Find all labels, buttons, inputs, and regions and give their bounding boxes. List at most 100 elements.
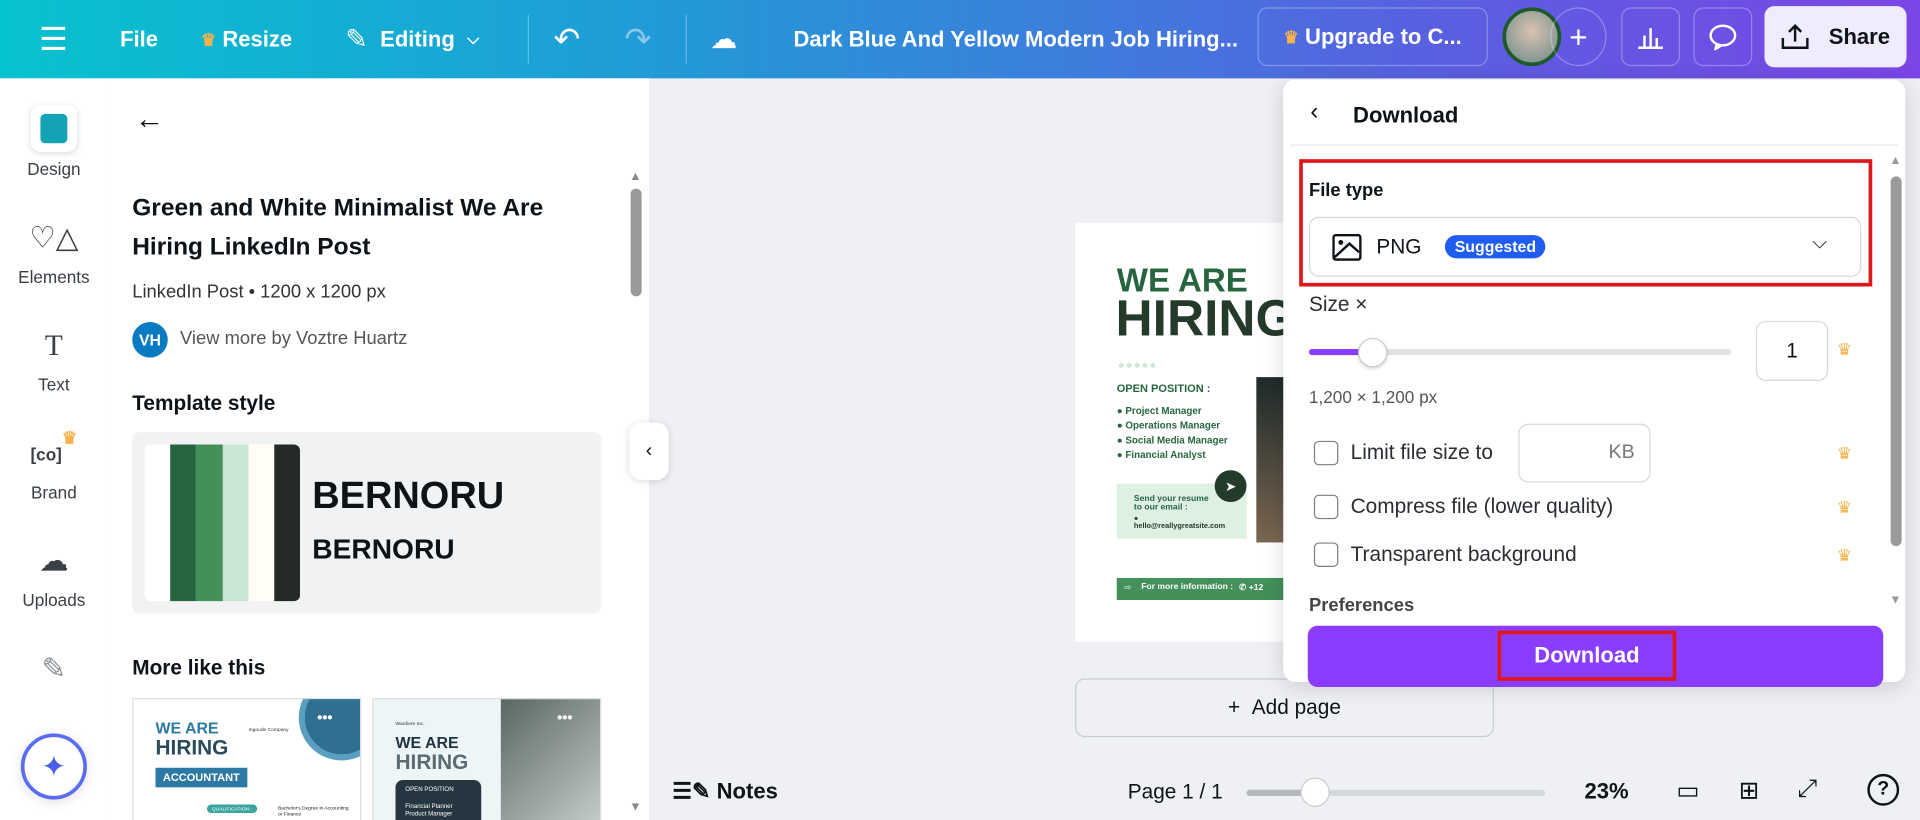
- palette-swatch: [222, 444, 249, 602]
- compress-checkbox[interactable]: [1313, 494, 1339, 520]
- crown-icon: ♛: [200, 28, 217, 49]
- suggested-badge: Suggested: [1444, 235, 1546, 259]
- comment-icon[interactable]: [1693, 7, 1753, 67]
- notes-button[interactable]: ☰✎ Notes: [672, 779, 778, 805]
- upgrade-button[interactable]: ♛ Upgrade to C...: [1257, 7, 1488, 67]
- add-collaborator-button[interactable]: +: [1550, 7, 1607, 67]
- divider: [527, 14, 529, 64]
- arrow-icon: ⇨: [1124, 584, 1132, 593]
- thumb-text: Ingoude Company: [248, 726, 289, 733]
- scroll-down-arrow[interactable]: ▼: [1889, 594, 1901, 607]
- palette-swatch: [248, 444, 275, 602]
- position-label: Financial Analyst: [1125, 449, 1206, 461]
- thumb-image: [500, 699, 601, 820]
- poster-dots: ●●●●●: [1117, 358, 1158, 372]
- file-menu[interactable]: File: [120, 0, 158, 78]
- add-page-button[interactable]: + Add page: [1075, 678, 1494, 738]
- palette-swatch: [274, 444, 301, 602]
- rail-item-elements[interactable]: ♡△ Elements: [0, 218, 108, 287]
- slider-handle[interactable]: [1300, 777, 1330, 807]
- thumb-text: HIRING: [395, 750, 469, 774]
- crown-icon: ♛: [1283, 26, 1299, 46]
- redo-icon[interactable]: ↷: [624, 0, 651, 78]
- rail-item-brand[interactable]: [co]♛ Brand: [0, 427, 108, 502]
- slider-handle[interactable]: [1357, 337, 1388, 368]
- thumb-text: ACCOUNTANT: [155, 767, 248, 788]
- template-title: Green and White Minimalist We Are Hiring…: [132, 194, 544, 261]
- analytics-icon[interactable]: [1621, 7, 1681, 67]
- rail-item-design[interactable]: Design: [0, 105, 108, 179]
- thumb-text: WE ARE: [395, 733, 459, 752]
- author-link[interactable]: View more by Voztre Huartz: [180, 328, 407, 349]
- back-chevron-icon[interactable]: ‹: [1310, 98, 1318, 126]
- cloud-saved-icon[interactable]: ☁: [710, 0, 737, 78]
- scrollbar-thumb[interactable]: [630, 188, 642, 297]
- position-item: ● Social Media Manager: [1116, 434, 1228, 446]
- page-view-icon[interactable]: ▭: [1676, 775, 1699, 806]
- template-style-heading: Template style: [132, 391, 276, 416]
- rail-item-uploads[interactable]: ☁ Uploads: [0, 541, 108, 610]
- upgrade-label: Upgrade to C...: [1305, 23, 1462, 49]
- position-item: ● Project Manager: [1116, 405, 1202, 417]
- download-button-label[interactable]: Download: [1497, 630, 1677, 681]
- thumb-image: [298, 699, 361, 761]
- help-icon[interactable]: ?: [1867, 773, 1900, 806]
- poster-phone: ✆ +12: [1239, 584, 1264, 593]
- scroll-up-arrow[interactable]: ▲: [1889, 154, 1901, 167]
- page-indicator[interactable]: Page 1 / 1: [1128, 780, 1223, 804]
- template-thumbnail[interactable]: Wardiere Inc. WE ARE HIRING OPEN POSITIO…: [372, 697, 602, 820]
- editing-mode-dropdown[interactable]: ✎ Editing ⌵: [345, 0, 479, 78]
- resize-button[interactable]: ♛ Resize: [201, 0, 292, 78]
- preferences-heading: Preferences: [1308, 595, 1415, 614]
- magic-sparkle-button[interactable]: ✦: [20, 733, 87, 800]
- document-title[interactable]: Dark Blue And Yellow Modern Job Hiring..…: [793, 0, 1238, 78]
- limit-size-label: Limit file size to: [1350, 440, 1493, 465]
- rail-item-draw[interactable]: ✎: [0, 649, 108, 698]
- collapse-panel-button[interactable]: ‹: [629, 422, 669, 481]
- transparent-bg-checkbox[interactable]: [1313, 542, 1339, 567]
- zoom-slider[interactable]: [1246, 777, 1546, 807]
- poster-phone-number: +12: [1248, 584, 1264, 593]
- crown-icon: ♛: [1836, 443, 1853, 463]
- undo-icon[interactable]: ↶: [553, 0, 580, 78]
- scroll-down-arrow[interactable]: ▼: [629, 801, 641, 814]
- brand-icon: [co]♛: [30, 427, 78, 465]
- zoom-level[interactable]: 23%: [1584, 779, 1628, 805]
- fullscreen-icon[interactable]: ⤢: [1798, 775, 1818, 803]
- send-icon: ➤: [1214, 470, 1247, 503]
- divider: [685, 14, 687, 64]
- more-options-icon[interactable]: •••: [317, 709, 332, 726]
- thumb-text: HIRING: [155, 735, 229, 760]
- thumb-text: OPEN POSITION: [405, 786, 454, 794]
- back-arrow-icon[interactable]: ←: [135, 103, 164, 137]
- image-icon: [1332, 233, 1362, 261]
- palette-swatch: [144, 444, 171, 602]
- template-thumbnail[interactable]: WE ARE HIRING Ingoude Company ACCOUNTANT…: [132, 697, 362, 820]
- share-button[interactable]: Share: [1764, 6, 1907, 68]
- file-type-select[interactable]: PNG Suggested ⌵: [1308, 216, 1862, 277]
- chevron-down-icon: ⌵: [467, 29, 480, 48]
- divider: [1290, 144, 1898, 146]
- scrollbar-thumb[interactable]: [1890, 176, 1902, 547]
- limit-size-checkbox[interactable]: [1313, 440, 1339, 466]
- notes-icon: ☰✎: [672, 778, 711, 804]
- position-list: ● Project Manager ● Operations Manager ● S…: [1117, 404, 1228, 463]
- position-item: ● Operations Manager: [1116, 420, 1221, 432]
- size-input[interactable]: 1: [1755, 320, 1829, 381]
- thumb-text: Product Manager: [405, 810, 453, 818]
- menu-icon[interactable]: ☰: [39, 0, 68, 78]
- grid-view-icon[interactable]: ⊞: [1739, 775, 1760, 806]
- more-options-icon[interactable]: •••: [557, 709, 572, 726]
- template-meta: LinkedIn Post • 1200 x 1200 px: [132, 281, 386, 303]
- poster-heading: HIRING: [1115, 288, 1296, 347]
- rail-item-text[interactable]: T Text: [0, 326, 108, 395]
- thumb-card: OPEN POSITION Financial Planner Product Ma…: [395, 780, 482, 820]
- template-style-card[interactable]: BERNORU BERNORU: [132, 432, 602, 614]
- scroll-up-arrow[interactable]: ▲: [629, 170, 641, 183]
- poster-text: to our email :: [1133, 503, 1188, 512]
- kb-input[interactable]: KB: [1518, 423, 1651, 483]
- rail-label: Design: [27, 159, 81, 179]
- size-slider[interactable]: [1308, 337, 1732, 368]
- upload-icon: [1782, 23, 1810, 49]
- thumb-text: QUALIFICATION :: [206, 804, 257, 814]
